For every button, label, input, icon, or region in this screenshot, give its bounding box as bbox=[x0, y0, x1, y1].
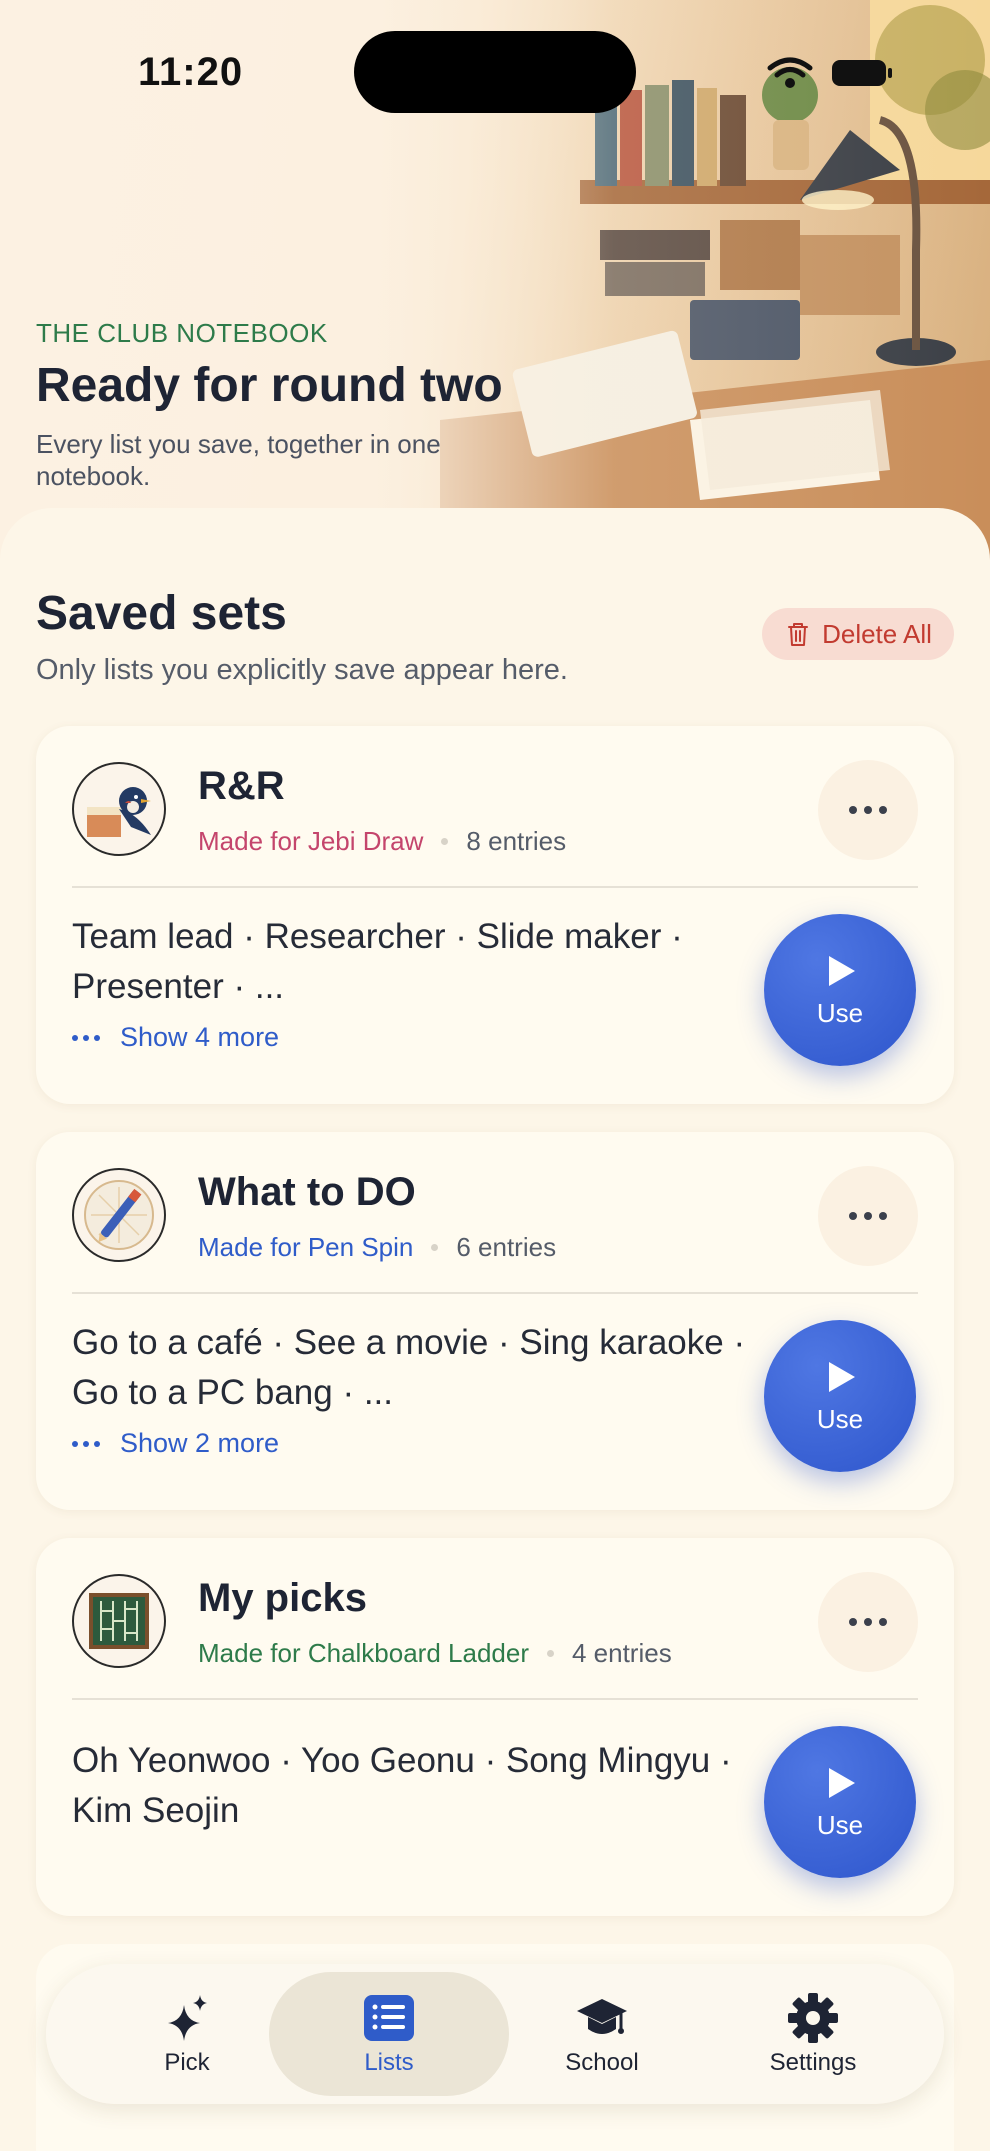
more-options-button[interactable] bbox=[818, 760, 918, 860]
saved-set-card[interactable]: R&R Made for Jebi Draw 8 entries Team le… bbox=[36, 726, 954, 1104]
tab-label: Pick bbox=[164, 2049, 210, 2076]
show-more-link[interactable]: Show 2 more bbox=[72, 1428, 279, 1459]
card-meta: Made for Jebi Draw 8 entries bbox=[198, 826, 566, 857]
chalkboard-icon bbox=[72, 1574, 166, 1668]
made-for-label[interactable]: Made for Jebi Draw bbox=[198, 826, 423, 857]
wifi-icon bbox=[767, 57, 813, 88]
divider bbox=[72, 1292, 918, 1294]
ellipsis-icon bbox=[72, 1034, 100, 1041]
show-more-label: Show 4 more bbox=[120, 1022, 280, 1052]
meta-separator bbox=[441, 838, 449, 845]
hero-title: Ready for round two bbox=[36, 359, 503, 412]
dynamic-island bbox=[354, 31, 636, 113]
tab-label: Settings bbox=[769, 2049, 857, 2076]
play-icon bbox=[829, 1361, 855, 1392]
more-dot bbox=[879, 1618, 887, 1626]
entries-count: 8 entries bbox=[466, 826, 567, 856]
entries-count: 6 entries bbox=[456, 1232, 557, 1262]
tab-pick[interactable]: Pick bbox=[82, 1972, 292, 2096]
card-items-text: Go to a café · See a movie · Sing karaok… bbox=[72, 1323, 746, 1412]
more-dot bbox=[879, 806, 887, 814]
more-dot bbox=[849, 806, 857, 814]
status-time: 11:20 bbox=[138, 50, 244, 94]
battery-icon bbox=[832, 60, 892, 86]
tab-school[interactable]: School bbox=[497, 1972, 707, 2096]
more-dot bbox=[864, 806, 872, 814]
pen-icon bbox=[72, 1168, 166, 1262]
card-title: My picks bbox=[198, 1576, 367, 1620]
card-meta: Made for Pen Spin 6 entries bbox=[198, 1232, 556, 1263]
meta-separator bbox=[546, 1650, 554, 1657]
card-items-text: Team lead · Researcher · Slide maker · P… bbox=[72, 917, 683, 1006]
hero-banner: 11:20 THE CLUB NOTEBOOK Ready for round … bbox=[0, 0, 990, 560]
more-dot bbox=[864, 1618, 872, 1626]
show-more-link[interactable]: Show 4 more bbox=[72, 1022, 279, 1053]
swallow-icon bbox=[72, 762, 166, 856]
sparkle-icon bbox=[168, 1995, 207, 2041]
delete-all-button[interactable]: Delete All bbox=[762, 608, 954, 660]
tab-bar: Pick Lists School Settings bbox=[46, 1964, 944, 2104]
more-options-button[interactable] bbox=[818, 1572, 918, 1672]
made-for-label[interactable]: Made for Chalkboard Ladder bbox=[198, 1638, 529, 1669]
card-title: What to DO bbox=[198, 1170, 416, 1214]
delete-all-label: Delete All bbox=[822, 618, 932, 649]
divider bbox=[72, 886, 918, 888]
tab-label: School bbox=[565, 2049, 639, 2076]
hero-subtitle: Every list you save, together in one not… bbox=[36, 429, 441, 491]
graduation-cap-icon bbox=[577, 1999, 627, 2034]
section-title: Saved sets bbox=[36, 587, 287, 640]
status-icons bbox=[767, 57, 892, 88]
more-dot bbox=[849, 1618, 857, 1626]
made-for-label[interactable]: Made for Pen Spin bbox=[198, 1232, 413, 1263]
divider bbox=[72, 1698, 918, 1700]
tab-label: Lists bbox=[364, 2049, 414, 2076]
more-dot bbox=[849, 1212, 857, 1220]
play-icon bbox=[829, 1767, 855, 1798]
tab-settings[interactable]: Settings bbox=[708, 1972, 918, 2096]
show-more-label: Show 2 more bbox=[120, 1428, 280, 1458]
trash-icon bbox=[788, 623, 809, 646]
meta-separator bbox=[431, 1244, 439, 1251]
card-title: R&R bbox=[198, 764, 285, 808]
saved-set-card[interactable]: What to DO Made for Pen Spin 6 entries G… bbox=[36, 1132, 954, 1510]
more-dot bbox=[879, 1212, 887, 1220]
card-meta: Made for Chalkboard Ladder 4 entries bbox=[198, 1638, 672, 1669]
saved-set-card[interactable]: My picks Made for Chalkboard Ladder 4 en… bbox=[36, 1538, 954, 1916]
list-icon bbox=[364, 1995, 414, 2041]
use-label: Use bbox=[816, 997, 864, 1028]
use-button[interactable]: Use bbox=[764, 1320, 916, 1472]
ellipsis-icon bbox=[72, 1440, 100, 1447]
use-label: Use bbox=[816, 1403, 864, 1434]
gear-icon bbox=[788, 1993, 838, 2043]
use-button[interactable]: Use bbox=[764, 914, 916, 1066]
hero-eyebrow: THE CLUB NOTEBOOK bbox=[36, 318, 328, 348]
card-items-text: Oh Yeonwoo · Yoo Geonu · Song Mingyu · K… bbox=[72, 1741, 732, 1830]
tab-lists[interactable]: Lists bbox=[269, 1972, 509, 2096]
section-subtitle: Only lists you explicitly save appear he… bbox=[36, 654, 568, 686]
use-button[interactable]: Use bbox=[764, 1726, 916, 1878]
use-label: Use bbox=[816, 1809, 864, 1840]
entries-count: 4 entries bbox=[571, 1638, 672, 1668]
more-options-button[interactable] bbox=[818, 1166, 918, 1266]
more-dot bbox=[864, 1212, 872, 1220]
play-icon bbox=[829, 955, 855, 986]
